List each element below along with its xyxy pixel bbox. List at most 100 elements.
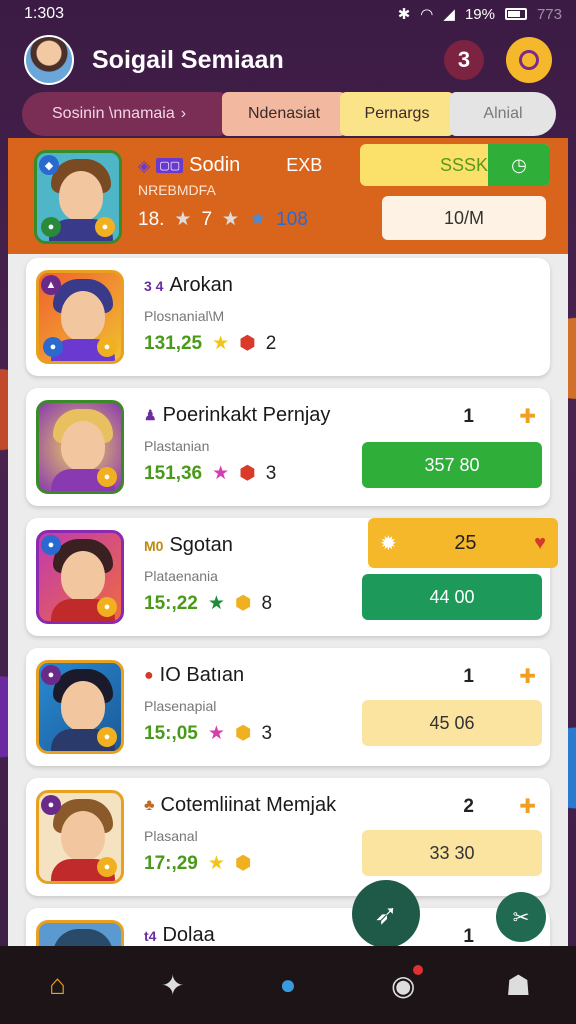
- star-icon: ★: [222, 209, 240, 230]
- coin-icon: ⬢: [234, 723, 252, 744]
- avatar[interactable]: [24, 35, 74, 85]
- list-item[interactable]: ▲ ● ● 3 4 Arokan Plosnanial\M 131,25 ★ ⬢…: [26, 258, 550, 376]
- shield-icon: ◆: [39, 155, 59, 175]
- featured-portrait: ◆ ● ●: [34, 150, 122, 244]
- list-item[interactable]: ● ● ● IO Batıan Plasenapial 15:,05 ★ ⬢ 3…: [26, 648, 550, 766]
- nav-notifications[interactable]: ◉: [373, 955, 433, 1015]
- list-item[interactable]: ● ♟ Poerinkakt Pernjay Plastanian 151,36…: [26, 388, 550, 506]
- level-icon: ●: [41, 217, 61, 237]
- star-icon: ★: [207, 853, 225, 874]
- status-icons: ✱ ◠ ◢ 19% 773: [397, 5, 562, 24]
- status-time: 1:303: [24, 5, 65, 22]
- gem-icon: ⬢: [239, 463, 256, 484]
- list-item[interactable]: ● ● ♣ Cotemliinat Memjak Plasanal 17:,29…: [26, 778, 550, 896]
- player-score: 151,36: [144, 462, 203, 484]
- floating-action-button[interactable]: ➶: [352, 880, 420, 948]
- player-sub: Plosnanial\M: [144, 308, 225, 324]
- chat-icon: [519, 50, 539, 70]
- timer-icon: ◷: [488, 144, 550, 186]
- star-icon: ★: [212, 333, 230, 354]
- add-icon[interactable]: ✚: [519, 794, 536, 819]
- nav-profile[interactable]: ☗: [488, 955, 548, 1015]
- bluetooth-icon: ✱: [397, 6, 411, 23]
- rank-icon: ◈: [138, 157, 151, 175]
- nav-home[interactable]: ⌂: [28, 955, 88, 1015]
- profile-icon: ☗: [505, 969, 531, 1001]
- add-icon[interactable]: ✚: [519, 404, 536, 429]
- player-score: 17:,29: [144, 852, 198, 874]
- status-bar: 1:303 ✱ ◠ ◢ 19% 773: [0, 0, 576, 28]
- tab-sosinin[interactable]: Sosinin \nnamaia ›: [22, 92, 227, 136]
- group-icon: ♣: [144, 796, 155, 814]
- featured-value-pill[interactable]: 10/M: [382, 196, 546, 240]
- chat-bubble-icon: ●: [279, 969, 297, 1000]
- coin-icon: ●: [97, 467, 117, 487]
- chevron-right-icon: ›: [180, 105, 187, 122]
- badge-icon: ●: [41, 665, 61, 685]
- badge-icon: ▲: [41, 275, 61, 295]
- featured-reward-pill[interactable]: SSSKI ◷: [360, 144, 550, 186]
- player-rank: 1: [463, 406, 474, 427]
- leaderboard-list[interactable]: ◆ ● ● ◈ ▢▢ Sodin EXB NREBMDFA 18. ★ 7 ★ …: [8, 138, 568, 946]
- star-icon: ★: [174, 209, 192, 230]
- gem-icon: ⬢: [239, 333, 256, 354]
- coin-icon: ●: [97, 857, 117, 877]
- chat-button[interactable]: [506, 37, 552, 83]
- featured-name: Sodin: [189, 154, 241, 176]
- reward-button[interactable]: 33 30: [362, 830, 542, 876]
- coin-icon: ●: [95, 217, 115, 237]
- nav-chat[interactable]: ●: [258, 955, 318, 1015]
- player-sub: Plasanal: [144, 828, 198, 844]
- player-score: 15:,22: [144, 592, 198, 614]
- puzzle-icon: ✦: [161, 969, 185, 1001]
- bottom-nav: ⌂ ✦ ● ◉ ☗: [0, 946, 576, 1024]
- star-icon: ★: [249, 209, 267, 230]
- notification-count-badge[interactable]: 3: [444, 40, 484, 80]
- apple-icon: ●: [144, 666, 154, 684]
- badge-icon: ●: [43, 337, 63, 357]
- rank-pill[interactable]: ✹ 25 ♥: [368, 518, 558, 568]
- user-icon: ♟: [144, 407, 157, 423]
- page-title: Soigail Semiaan: [92, 45, 284, 74]
- coin-icon: ●: [97, 727, 117, 747]
- header: Soigail Semiaan 3: [0, 30, 576, 90]
- gem-count: 8: [261, 592, 273, 614]
- leaf-icon: ➶: [374, 898, 398, 930]
- reward-button[interactable]: 357 80: [362, 442, 542, 488]
- featured-extra: 7: [201, 208, 213, 230]
- gem-count: 3: [265, 462, 277, 484]
- player-rank: 1: [463, 926, 474, 946]
- featured-row[interactable]: ◆ ● ● ◈ ▢▢ Sodin EXB NREBMDFA 18. ★ 7 ★ …: [8, 138, 568, 254]
- player-score: 131,25: [144, 332, 203, 354]
- coin-icon: ⬢: [234, 853, 252, 874]
- reward-button[interactable]: 45 06: [362, 700, 542, 746]
- battery-icon: [504, 8, 527, 20]
- list-item[interactable]: ● ● M0 Sgotan Plataenania 15:,22 ★ ⬢ 8 ✹…: [26, 518, 558, 636]
- level-icon: t4: [144, 927, 157, 944]
- heart-icon: ♥: [534, 531, 546, 554]
- tab-pernargs[interactable]: Pernargs: [340, 92, 454, 136]
- player-rank: 1: [463, 666, 474, 687]
- player-score: 15:,05: [144, 722, 198, 744]
- secondary-action-button[interactable]: ✂: [496, 892, 546, 942]
- reward-button[interactable]: 44 00: [362, 574, 542, 620]
- player-name: IO Batıan: [159, 664, 245, 686]
- gem-count: 3: [261, 722, 273, 744]
- notification-dot: [413, 965, 424, 975]
- tab-ndenasiat[interactable]: Ndenasiat: [222, 92, 346, 136]
- home-icon: ⌂: [49, 969, 67, 1000]
- tab-alnial[interactable]: Alnial: [450, 92, 556, 136]
- featured-score: 18.: [138, 208, 165, 230]
- nav-games[interactable]: ✦: [143, 955, 203, 1015]
- coin-icon: ⬢: [234, 593, 252, 614]
- tool-icon: ✂: [512, 906, 530, 929]
- add-icon[interactable]: ✚: [519, 664, 536, 689]
- coin-icon: ●: [97, 337, 117, 357]
- signal-icon: ◢: [443, 6, 455, 23]
- star-icon: ★: [207, 723, 225, 744]
- player-sub: Plasenapial: [144, 698, 217, 714]
- featured-gems: 108: [276, 208, 308, 230]
- player-name: Poerinkakt Pernjay: [162, 404, 331, 426]
- list-item[interactable]: t4 Dolaa 1: [26, 908, 550, 946]
- star-icon: ★: [212, 463, 230, 484]
